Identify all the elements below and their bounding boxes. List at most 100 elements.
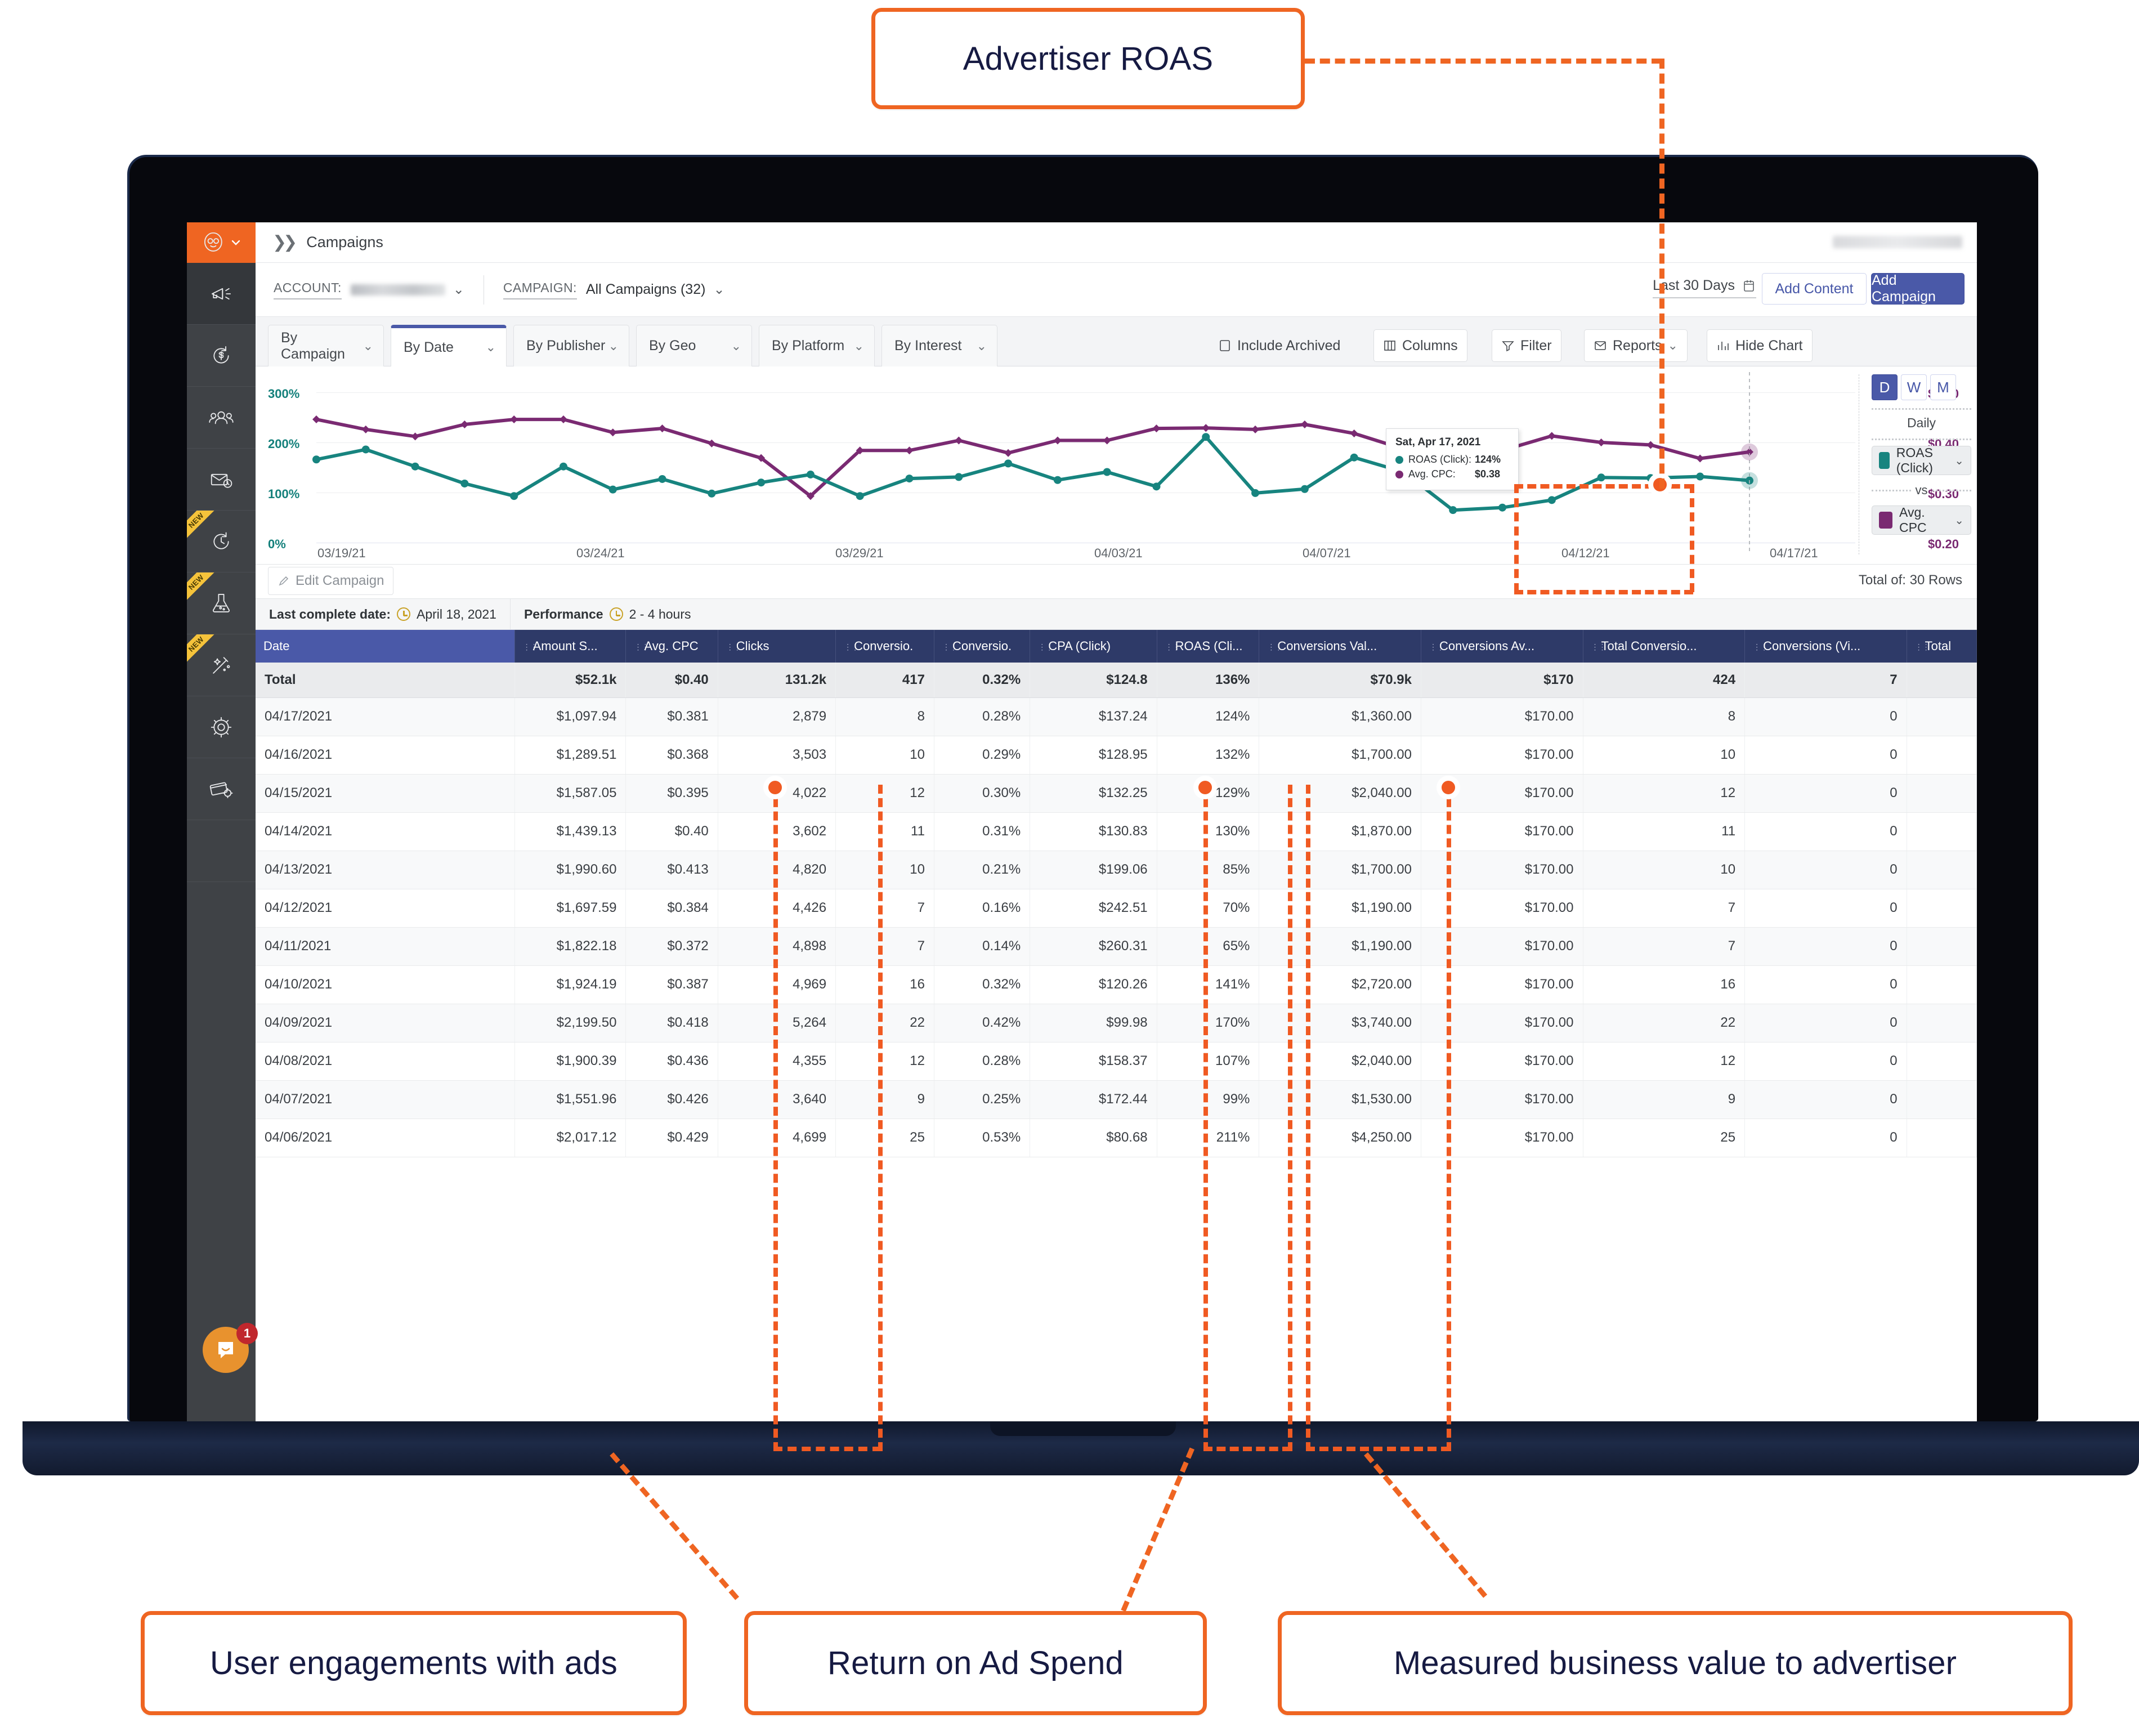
chart-data-point bbox=[1300, 420, 1309, 428]
granularity-month-button[interactable]: M bbox=[1930, 374, 1956, 400]
metric-selector-primary[interactable]: ROAS (Click) ⌄ bbox=[1872, 445, 1971, 475]
column-drag-handle[interactable]: ⋮⋮ bbox=[634, 643, 649, 651]
table-cell: $199.06 bbox=[1030, 851, 1157, 889]
column-drag-handle[interactable]: ⋮⋮ bbox=[1429, 643, 1444, 651]
table-cell: 11 bbox=[1583, 812, 1746, 851]
column-drag-handle[interactable]: ⋮⋮ bbox=[1038, 643, 1053, 651]
add-content-button[interactable]: Add Content bbox=[1762, 273, 1867, 305]
table-row[interactable]: 04/06/2021 $2,017.12 $0.429 4,699 25 0.53% $80… bbox=[256, 1118, 1977, 1157]
column-drag-handle[interactable]: ⋮⋮ bbox=[523, 643, 538, 651]
table-row[interactable]: 04/13/2021 $1,990.60 $0.413 4,820 10 0.21% $19… bbox=[256, 851, 1977, 889]
column-drag-handle[interactable]: ⋮⋮ bbox=[942, 643, 957, 651]
column-drag-handle[interactable]: ⋮⋮ bbox=[726, 643, 741, 651]
sidebar-item-automation[interactable]: NEW bbox=[187, 634, 256, 696]
reports-button[interactable]: Reports ⌄ bbox=[1584, 329, 1688, 362]
granularity-day-button[interactable]: D bbox=[1872, 374, 1898, 400]
tab-by-interest[interactable]: By Interest ⌄ bbox=[881, 325, 997, 366]
divider bbox=[1872, 439, 1971, 440]
column-header[interactable]: ⋮⋮Conversions Av... bbox=[1421, 630, 1583, 663]
table-cell: 0 bbox=[1744, 697, 1907, 736]
tooltip-row: ROAS (Click): 124% bbox=[1395, 454, 1509, 466]
table-row[interactable]: 04/14/2021 $1,439.13 $0.40 3,602 11 0.31% $130… bbox=[256, 812, 1977, 851]
column-drag-handle[interactable]: ⋮⋮ bbox=[1165, 643, 1180, 651]
column-header[interactable]: ⋮⋮Clicks bbox=[718, 630, 836, 663]
column-header-label: Conversions Av... bbox=[1439, 639, 1535, 653]
table-row[interactable]: 04/17/2021 $1,097.94 $0.381 2,879 8 0.28% $137… bbox=[256, 697, 1977, 736]
breadcrumb[interactable]: Campaigns bbox=[306, 234, 383, 251]
sidebar-item-billing[interactable] bbox=[187, 758, 256, 820]
chart-data-point bbox=[1103, 436, 1111, 445]
column-header[interactable]: ⋮⋮Total bbox=[1907, 630, 1977, 663]
table-cell: 0 bbox=[1744, 965, 1907, 1004]
column-header[interactable]: ⋮⋮Amount S... bbox=[514, 630, 627, 663]
column-header[interactable]: ⋮⋮Avg. CPC bbox=[625, 630, 718, 663]
campaign-value[interactable]: All Campaigns (32) bbox=[586, 281, 706, 298]
column-drag-handle[interactable]: ⋮⋮ bbox=[1591, 643, 1607, 651]
table-cell: 130% bbox=[1157, 812, 1260, 851]
column-header-label: Conversions Val... bbox=[1277, 639, 1377, 653]
sidebar-item-messages[interactable] bbox=[187, 449, 256, 511]
column-drag-handle[interactable]: ⋮⋮ bbox=[1915, 643, 1930, 651]
table-row[interactable]: 04/11/2021 $1,822.18 $0.372 4,898 7 0.14% $260… bbox=[256, 927, 1977, 966]
account-chevron-down-icon[interactable]: ⌄ bbox=[453, 281, 464, 298]
tab-by-date[interactable]: By Date ⌄ bbox=[391, 325, 507, 366]
edit-campaign-button[interactable]: Edit Campaign bbox=[268, 567, 394, 595]
sidebar-item-settings[interactable] bbox=[187, 696, 256, 758]
chart-data-point bbox=[1350, 429, 1358, 437]
table-cell: 04/12/2021 bbox=[256, 889, 515, 928]
sidebar-item-experiments[interactable]: NEW bbox=[187, 572, 256, 634]
tab-by-geo[interactable]: By Geo ⌄ bbox=[636, 325, 752, 366]
chart-data-point bbox=[1696, 472, 1704, 481]
table-cell: 16 bbox=[1583, 965, 1746, 1004]
granularity-week-button[interactable]: W bbox=[1901, 374, 1927, 400]
account-value-redacted[interactable] bbox=[350, 284, 445, 296]
table-row[interactable]: 04/15/2021 $1,587.05 $0.395 4,022 12 0.30% $13… bbox=[256, 774, 1977, 813]
add-campaign-button[interactable]: Add Campaign bbox=[1871, 272, 1965, 305]
tab-by-platform[interactable]: By Platform ⌄ bbox=[759, 325, 875, 366]
expand-nav-icon[interactable]: ❯❯ bbox=[272, 232, 297, 252]
sidebar-item-campaigns[interactable] bbox=[187, 263, 256, 325]
hide-chart-button[interactable]: Hide Chart bbox=[1707, 329, 1813, 362]
column-drag-handle[interactable]: ⋮⋮ bbox=[844, 643, 859, 651]
granularity-toggle[interactable]: D W M bbox=[1872, 374, 1971, 400]
tab-by-campaign[interactable]: By Campaign ⌄ bbox=[268, 325, 384, 366]
column-header[interactable]: ⋮⋮Conversions Val... bbox=[1259, 630, 1421, 663]
chart-data-point bbox=[1597, 439, 1605, 446]
table-row[interactable]: 04/09/2021 $2,199.50 $0.418 5,264 22 0.42% $99… bbox=[256, 1004, 1977, 1043]
date-range-picker[interactable]: Last 30 Days bbox=[1653, 278, 1756, 298]
metric-selector-secondary[interactable]: Avg. CPC ⌄ bbox=[1872, 505, 1971, 535]
column-header[interactable]: ⋮⋮CPA (Click) bbox=[1030, 630, 1157, 663]
column-header[interactable]: ⋮⋮Total Conversio... bbox=[1583, 630, 1746, 663]
sidebar-item-history[interactable]: NEW bbox=[187, 511, 256, 572]
table-cell: 04/11/2021 bbox=[256, 927, 515, 966]
chevron-down-icon: ⌄ bbox=[976, 338, 987, 353]
column-drag-handle[interactable]: ⋮⋮ bbox=[1753, 643, 1768, 651]
data-table-container[interactable]: Date ⋮⋮Amount S... ⋮⋮Avg. CPC ⋮⋮Clicks ⋮⋮Con… bbox=[256, 630, 1977, 1421]
table-row[interactable]: 04/10/2021 $1,924.19 $0.387 4,969 16 0.32% $12… bbox=[256, 965, 1977, 1004]
table-row[interactable]: 04/07/2021 $1,551.96 $0.426 3,640 9 0.25% $172… bbox=[256, 1080, 1977, 1119]
column-header[interactable]: ⋮⋮Conversio. bbox=[934, 630, 1031, 663]
column-drag-handle[interactable]: ⋮⋮ bbox=[1267, 643, 1282, 651]
user-account-label[interactable] bbox=[1833, 236, 1962, 248]
sidebar-logo[interactable] bbox=[187, 222, 256, 263]
column-header[interactable]: ⋮⋮Conversions (Vi... bbox=[1744, 630, 1907, 663]
table-row[interactable]: 04/12/2021 $1,697.59 $0.384 4,426 7 0.16% $242… bbox=[256, 889, 1977, 928]
table-row[interactable]: 04/16/2021 $1,289.51 $0.368 3,503 10 0.29% $12… bbox=[256, 736, 1977, 775]
table-cell: 3,602 bbox=[718, 812, 836, 851]
column-header[interactable]: ⋮⋮ROAS (Cli... bbox=[1157, 630, 1260, 663]
sidebar-item-conversions[interactable] bbox=[187, 325, 256, 387]
columns-button[interactable]: Columns bbox=[1373, 329, 1467, 362]
tooltip-label: ROAS (Click): bbox=[1408, 454, 1471, 465]
column-header[interactable]: Date bbox=[256, 630, 515, 663]
sidebar-item-audiences[interactable] bbox=[187, 387, 256, 449]
tab-by-publisher[interactable]: By Publisher ⌄ bbox=[513, 325, 629, 366]
column-header[interactable]: ⋮⋮Conversio. bbox=[835, 630, 934, 663]
campaign-chevron-down-icon[interactable]: ⌄ bbox=[713, 281, 724, 298]
table-row[interactable]: 04/08/2021 $1,900.39 $0.436 4,355 12 0.28% $15… bbox=[256, 1042, 1977, 1081]
sidebar-item-more[interactable] bbox=[187, 820, 256, 882]
connector-top-horizontal bbox=[1305, 59, 1662, 64]
table-total-row[interactable]: Total $52.1k $0.40 131.2k 417 0.32% $124.8 136%… bbox=[256, 663, 1977, 698]
include-archived-checkbox[interactable]: Include Archived bbox=[1209, 329, 1349, 362]
chevron-down-icon: ⌄ bbox=[731, 338, 741, 353]
filter-button[interactable]: Filter bbox=[1492, 329, 1561, 362]
